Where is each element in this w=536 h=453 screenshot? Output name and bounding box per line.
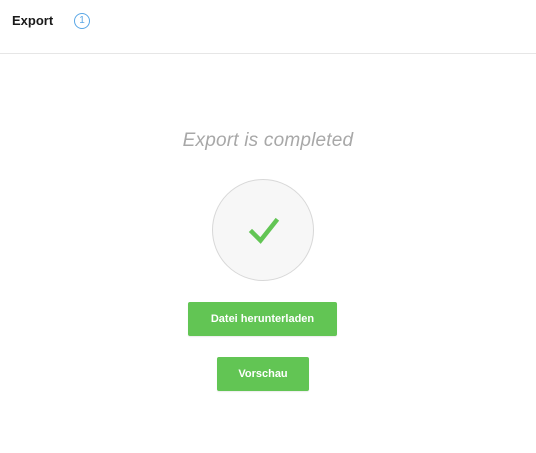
success-indicator [212,179,314,281]
page-title: Export [12,13,54,28]
page-header: Export 1 [0,0,536,54]
check-icon [248,217,280,244]
step-badge[interactable]: 1 [74,13,90,29]
download-file-button[interactable]: Datei herunterladen [188,302,337,336]
export-status-text: Export is completed [182,130,354,151]
preview-button[interactable]: Vorschau [217,357,309,391]
